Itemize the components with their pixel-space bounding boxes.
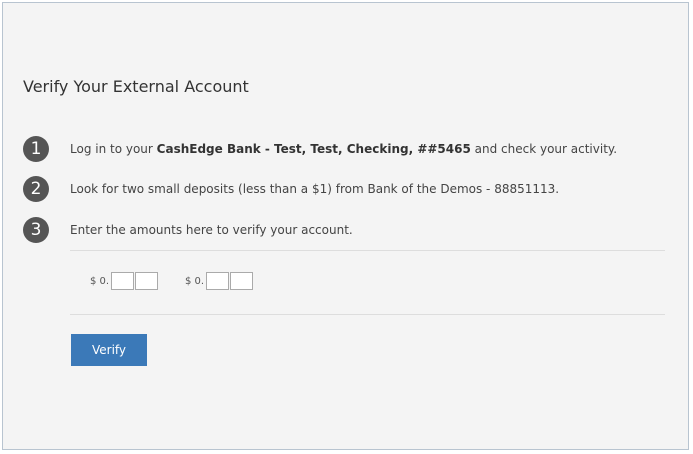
step-2-text: Look for two small deposits (less than a…: [70, 182, 560, 196]
step-2: 2 Look for two small deposits (less than…: [23, 176, 559, 202]
account-name: CashEdge Bank - Test, Test, Checking, ##…: [156, 142, 471, 156]
step-1-text: Log in to your CashEdge Bank - Test, Tes…: [70, 142, 617, 156]
step-1: 1 Log in to your CashEdge Bank - Test, T…: [23, 136, 617, 162]
amount-2-group: $ 0.: [185, 272, 254, 290]
amount-2-prefix: $ 0.: [185, 275, 205, 287]
step-number-3: 3: [23, 217, 49, 243]
step-3: 3 Enter the amounts here to verify your …: [23, 217, 353, 243]
step-3-text: Enter the amounts here to verify your ac…: [70, 223, 353, 237]
verify-panel: Verify Your External Account 1 Log in to…: [2, 2, 689, 450]
amount-1-digit-2-input[interactable]: [135, 272, 159, 290]
step-number-2: 2: [23, 176, 49, 202]
step-1-text-after: and check your activity.: [470, 142, 618, 156]
step-1-text-before: Log in to your: [70, 142, 157, 156]
page-title: Verify Your External Account: [23, 77, 249, 96]
amount-2-digit-2-input[interactable]: [230, 272, 254, 290]
verify-button[interactable]: Verify: [71, 334, 147, 366]
divider-top: [70, 250, 665, 251]
step-number-1: 1: [23, 136, 49, 162]
amount-1-prefix: $ 0.: [90, 275, 110, 287]
amount-2-digit-1-input[interactable]: [206, 272, 230, 290]
amount-1-digit-1-input[interactable]: [111, 272, 135, 290]
divider-bottom: [70, 314, 665, 315]
amount-1-group: $ 0.: [90, 272, 159, 290]
